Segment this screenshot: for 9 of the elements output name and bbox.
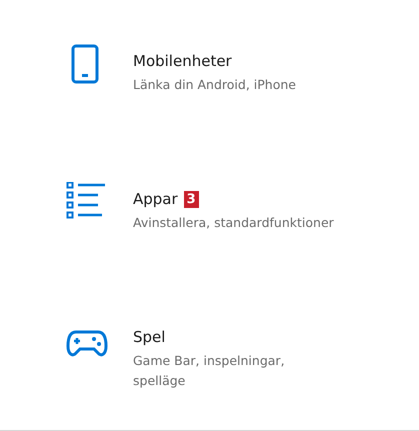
item-description: Länka din Android, iPhone [133, 76, 296, 94]
number-badge: 3 [184, 190, 199, 208]
item-title[interactable]: Mobilenheter [133, 50, 232, 72]
gamepad-icon [66, 330, 108, 358]
phone-icon [71, 44, 101, 84]
item-description: Avinstallera, standardfunktioner [133, 214, 334, 232]
item-title[interactable]: Spel [133, 326, 166, 348]
item-title[interactable]: Appar [133, 188, 178, 210]
item-description: Game Bar, inspelningar, spelläge [133, 352, 285, 390]
